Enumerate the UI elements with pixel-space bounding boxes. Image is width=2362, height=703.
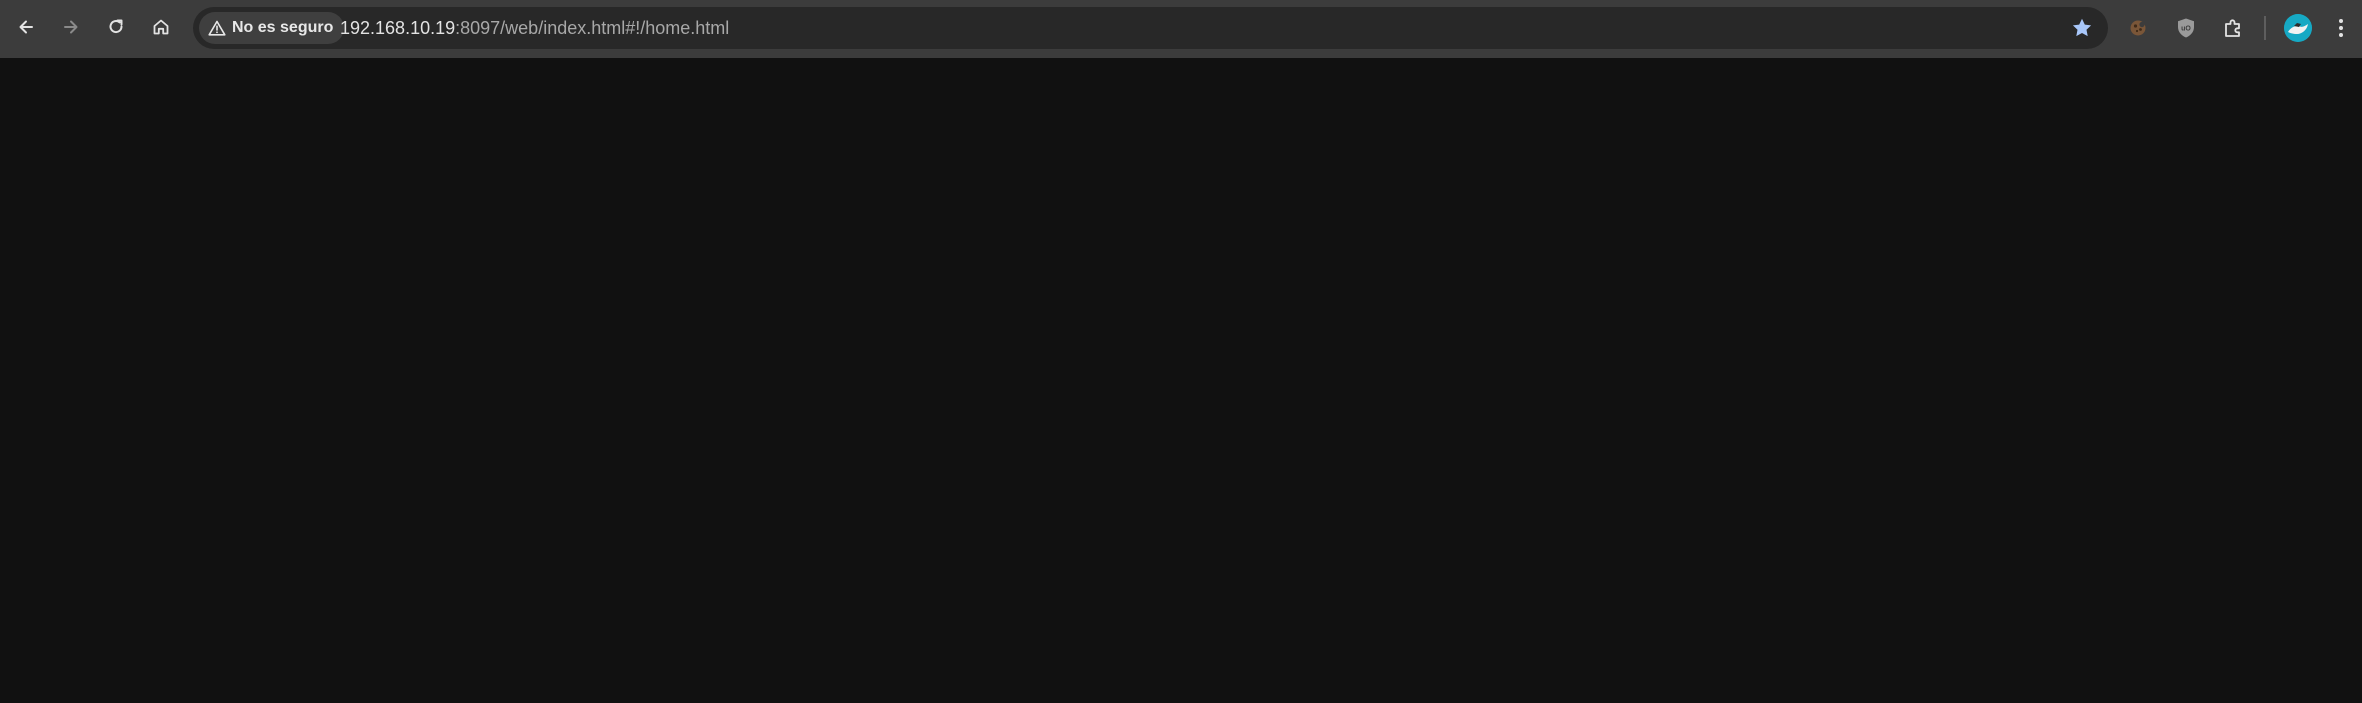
- ublock-extension-button[interactable]: uO: [2172, 14, 2200, 42]
- profile-avatar-button[interactable]: [2284, 14, 2312, 42]
- forward-icon: [64, 20, 78, 34]
- extensions-button[interactable]: [2219, 14, 2247, 42]
- home-button[interactable]: [143, 9, 179, 45]
- security-label: No es seguro: [232, 19, 334, 36]
- kebab-menu-icon: [2339, 19, 2343, 37]
- url-host: 192.168.10.19: [340, 18, 456, 38]
- profile-avatar: [2284, 14, 2312, 42]
- toolbar-divider: [2264, 16, 2266, 40]
- warning-triangle-icon: [208, 20, 226, 36]
- back-icon: [19, 20, 33, 34]
- puzzle-extensions-icon: [2225, 19, 2240, 37]
- forward-button[interactable]: [53, 9, 89, 45]
- cookie-extension-icon: [2130, 20, 2146, 36]
- cookie-extension-button[interactable]: [2124, 14, 2152, 42]
- reload-button[interactable]: [98, 9, 134, 45]
- security-indicator[interactable]: No es seguro: [199, 12, 345, 44]
- url-text[interactable]: 192.168.10.19:8097/web/index.html#!/home…: [340, 7, 729, 49]
- address-bar[interactable]: No es seguro 192.168.10.19:8097/web/inde…: [193, 7, 2108, 49]
- back-button[interactable]: [8, 9, 44, 45]
- page-content-area: [0, 58, 2362, 703]
- reload-icon: [109, 19, 123, 34]
- svg-text:uO: uO: [2181, 26, 2191, 33]
- browser-toolbar: No es seguro 192.168.10.19:8097/web/inde…: [0, 0, 2362, 58]
- home-icon: [153, 19, 169, 35]
- bookmark-star-icon[interactable]: [2070, 16, 2094, 40]
- ublock-shield-icon: uO: [2178, 18, 2194, 38]
- url-path: :8097/web/index.html#!/home.html: [455, 18, 730, 38]
- browser-menu-button[interactable]: [2333, 13, 2349, 43]
